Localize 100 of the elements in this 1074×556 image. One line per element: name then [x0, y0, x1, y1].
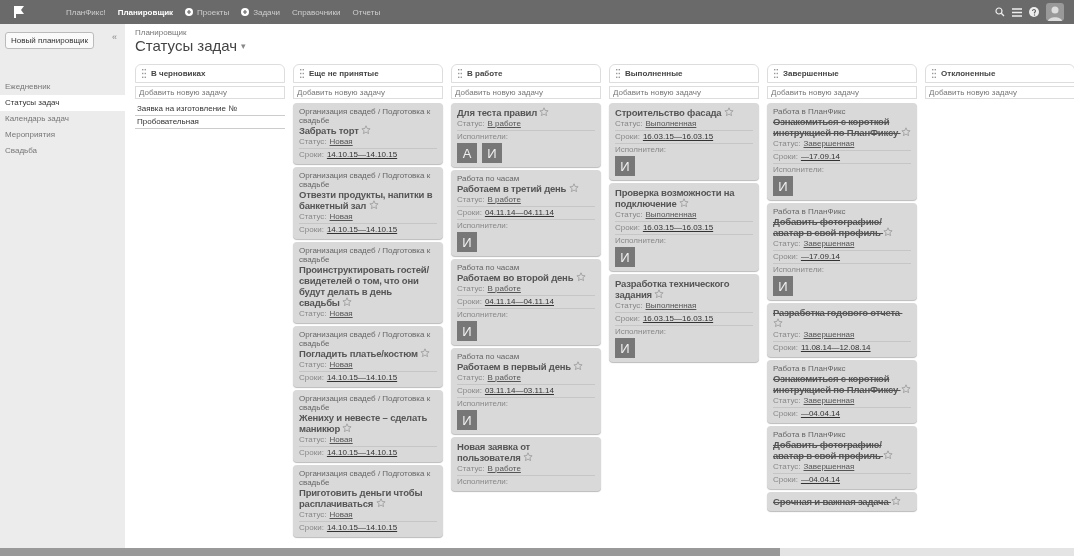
status-link[interactable]: В работе [487, 464, 521, 473]
star-icon[interactable] [420, 348, 431, 358]
sidebar-item[interactable]: Свадьба [0, 143, 125, 159]
nav-link[interactable]: Отчеты [352, 7, 381, 17]
project-path[interactable]: Работа в ПланФикс [773, 364, 911, 373]
nav-link[interactable]: Задачи [241, 7, 281, 17]
project-path[interactable]: Работа по часам [457, 352, 595, 361]
dates-link[interactable]: —17.09.14 [800, 152, 840, 161]
status-link[interactable]: В работе [487, 195, 521, 204]
status-link[interactable]: В работе [487, 373, 521, 382]
dates-link[interactable]: 16.03.15—16.03.15 [642, 132, 714, 141]
assignee-avatar[interactable]: А [457, 143, 477, 163]
dates-link[interactable]: 14.10.15—14.10.15 [326, 448, 398, 457]
star-icon[interactable] [900, 384, 911, 394]
task-card[interactable]: Организация свадеб / Подготовка к свадьбе Отвезти продукты, напитки в банкетный зал Статус: Новая Сроки: 14.10.15—14.10.15 [293, 167, 443, 239]
project-path[interactable]: Работа в ПланФикс [773, 107, 911, 116]
task-card[interactable]: Работа в ПланФикс Ознакомиться с короткой инструкцией по ПланФиксу Статус: Завершенная Сроки: —04.04.14 [767, 360, 917, 423]
drag-handle-icon[interactable] [932, 69, 936, 78]
dates-link[interactable]: 16.03.15—16.03.15 [642, 314, 714, 323]
task-title[interactable]: Срочная и важная задача [773, 496, 911, 507]
dates-link[interactable]: 04.11.14—04.11.14 [484, 297, 554, 306]
flag-logo-icon[interactable] [12, 5, 26, 19]
add-task-field[interactable]: Добавить новую задачу [451, 86, 601, 99]
project-path[interactable]: Организация свадеб / Подготовка к свадьбе [299, 469, 437, 487]
task-title[interactable]: Жениху и невесте – сделать маникюр [299, 412, 437, 434]
task-title[interactable]: Новая заявка от пользователя [457, 441, 595, 463]
dates-link[interactable]: 14.10.15—14.10.15 [326, 373, 398, 382]
status-link[interactable]: Выполненная [645, 301, 697, 310]
star-icon[interactable] [890, 496, 901, 506]
task-card[interactable]: Работа по часам Работаем в третий день Статус: В работе Сроки: 04.11.14—04.11.14 Исполнители: И [451, 170, 601, 256]
task-title[interactable]: Проверка возможности на подключение [615, 187, 753, 209]
task-card[interactable]: Работа в ПланФикс Добавить фотографию/аватар в свой профиль Статус: Завершенная Сроки: —04.04.14 [767, 426, 917, 489]
drag-handle-icon[interactable] [774, 69, 778, 78]
sidebar-item[interactable]: Статусы задач [0, 95, 125, 111]
project-path[interactable]: Организация свадеб / Подготовка к свадьбе [299, 171, 437, 189]
star-icon[interactable] [575, 272, 586, 282]
star-icon[interactable] [361, 125, 372, 135]
status-link[interactable]: Новая [329, 212, 353, 221]
project-path[interactable]: Работа в ПланФикс [773, 430, 911, 439]
dates-link[interactable]: 04.11.14—04.11.14 [484, 208, 554, 217]
assignee-avatar[interactable]: И [457, 232, 477, 252]
assignee-avatar[interactable]: И [457, 321, 477, 341]
project-path[interactable]: Работа по часам [457, 263, 595, 272]
star-icon[interactable] [523, 452, 534, 462]
project-path[interactable]: Организация свадеб / Подготовка к свадьбе [299, 394, 437, 412]
menu-icon[interactable] [1012, 7, 1022, 17]
task-card[interactable]: Разработка технического задания Статус: Выполненная Сроки: 16.03.15—16.03.15 Исполнители: И [609, 274, 759, 362]
task-title[interactable]: Работаем в третий день [457, 183, 595, 194]
task-card[interactable]: Работа по часам Работаем в первый день Статус: В работе Сроки: 03.11.14—03.11.14 Исполнители: И [451, 348, 601, 434]
plus-icon[interactable] [241, 8, 250, 16]
star-icon[interactable] [368, 200, 379, 210]
dates-link[interactable]: 14.10.15—14.10.15 [326, 523, 398, 532]
add-task-field[interactable]: Добавить новую задачу [135, 86, 285, 99]
drag-handle-icon[interactable] [458, 69, 462, 78]
assignee-avatar[interactable]: И [773, 176, 793, 196]
task-title[interactable]: Отвезти продукты, напитки в банкетный зал [299, 189, 437, 211]
task-title[interactable]: Разработка годового отчета [773, 307, 911, 329]
nav-link[interactable]: Планировщик [117, 7, 174, 17]
star-icon[interactable] [900, 127, 911, 137]
task-card[interactable]: Организация свадеб / Подготовка к свадьбе Проинструктировать гостей/свидетелей о том, что они будут делать в день свадьбы Статус: Новая [293, 242, 443, 323]
status-link[interactable]: Новая [329, 510, 353, 519]
task-card[interactable]: Организация свадеб / Подготовка к свадьбе Погладить платье/костюм Статус: Новая Сроки: 14.10.15—14.10.15 [293, 326, 443, 387]
collapse-toggle[interactable]: « [112, 32, 117, 42]
help-icon[interactable] [1029, 7, 1039, 17]
task-card[interactable]: Для теста правил Статус: В работе Исполнители: А И [451, 103, 601, 167]
drag-handle-icon[interactable] [616, 69, 620, 78]
sidebar-item[interactable]: Ежедневник [0, 79, 125, 95]
task-title[interactable]: Проинструктировать гостей/свидетелей о том, что они будут делать в день свадьбы [299, 264, 437, 308]
project-path[interactable]: Работа в ПланФикс [773, 207, 911, 216]
search-icon[interactable] [995, 7, 1005, 17]
star-icon[interactable] [883, 227, 894, 237]
dates-link[interactable]: —04.04.14 [800, 409, 840, 418]
project-path[interactable]: Организация свадеб / Подготовка к свадьбе [299, 330, 437, 348]
star-icon[interactable] [342, 297, 353, 307]
assignee-avatar[interactable]: И [615, 156, 635, 176]
task-card[interactable]: Работа по часам Работаем во второй день Статус: В работе Сроки: 04.11.14—04.11.14 Исполнители: И [451, 259, 601, 345]
dates-link[interactable]: 03.11.14—03.11.14 [484, 386, 554, 395]
task-title[interactable]: Погладить платье/костюм [299, 348, 437, 359]
status-link[interactable]: Завершенная [803, 239, 855, 248]
star-icon[interactable] [679, 198, 689, 208]
status-link[interactable]: Новая [329, 360, 353, 369]
breadcrumb[interactable]: Планировщик [135, 28, 1074, 37]
assignee-avatar[interactable]: И [482, 143, 502, 163]
star-icon[interactable] [654, 289, 665, 299]
star-icon[interactable] [375, 498, 386, 508]
dates-link[interactable]: 16.03.15—16.03.15 [642, 223, 714, 232]
dates-link[interactable]: 14.10.15—14.10.15 [326, 225, 398, 234]
task-card[interactable]: Организация свадеб / Подготовка к свадьбе Приготовить деньги чтобы расплачиваться Статус: Новая Сроки: 14.10.15—14.10.15 [293, 465, 443, 537]
add-task-field[interactable]: Добавить новую задачу [767, 86, 917, 99]
project-path[interactable]: Работа по часам [457, 174, 595, 183]
status-link[interactable]: Новая [329, 137, 353, 146]
task-title[interactable]: Приготовить деньги чтобы расплачиваться [299, 487, 437, 509]
add-task-field[interactable]: Добавить новую задачу [293, 86, 443, 99]
nav-link[interactable]: Справочники [292, 7, 341, 17]
dates-link[interactable]: 11.08.14—12.08.14 [800, 343, 871, 352]
drag-handle-icon[interactable] [300, 69, 304, 78]
status-link[interactable]: Завершенная [803, 462, 855, 471]
status-link[interactable]: В работе [487, 284, 521, 293]
task-card[interactable]: Срочная и важная задача [767, 492, 917, 511]
nav-link[interactable]: Проекты [185, 7, 230, 17]
